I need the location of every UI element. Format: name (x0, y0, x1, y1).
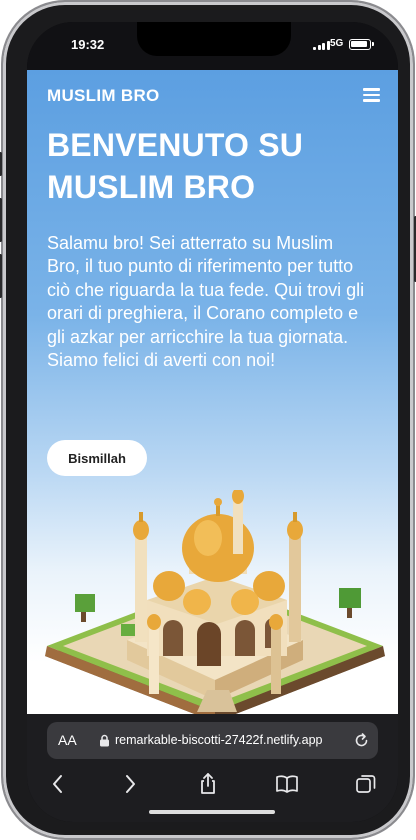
site-logo[interactable]: MUSLIM BRO (47, 86, 380, 106)
web-content: MUSLIM BRO BENVENUTO SU MUSLIM BRO Salam… (27, 70, 398, 714)
forward-icon[interactable] (118, 772, 142, 796)
status-bar: 19:32 5G (27, 22, 398, 70)
address-bar[interactable]: AA remarkable-biscotti-27422f.netlify.ap… (47, 722, 378, 759)
back-icon[interactable] (46, 772, 70, 796)
lock-icon (100, 734, 109, 747)
bismillah-button[interactable]: Bismillah (47, 440, 147, 476)
side-button-volume-down (0, 254, 2, 298)
side-button-volume-up (0, 198, 2, 242)
text-size-label: AA (58, 732, 77, 748)
site-header: MUSLIM BRO (47, 86, 380, 110)
url-text[interactable]: remarkable-biscotti-27422f.netlify.app (115, 733, 323, 747)
signal-icon (313, 41, 330, 50)
hero-description: Salamu bro! Sei atterrato su Muslim Bro,… (47, 233, 365, 371)
status-time: 19:32 (71, 37, 105, 52)
text-size-button[interactable]: AA (58, 732, 77, 748)
mosque-illustration (45, 490, 385, 714)
hero-title: BENVENUTO SU MUSLIM BRO (47, 127, 304, 205)
reload-icon[interactable] (353, 732, 370, 749)
dynamic-island (137, 22, 291, 56)
phone-screen: 19:32 5G MUSLIM BRO BENVENUTO SU MUSLIM … (27, 22, 398, 822)
tabs-icon[interactable] (354, 772, 378, 796)
bookmarks-icon[interactable] (275, 772, 299, 796)
network-type: 5G (330, 38, 344, 49)
home-indicator (149, 810, 275, 814)
browser-toolbar (27, 768, 398, 802)
browser-chrome: AA remarkable-biscotti-27422f.netlify.ap… (27, 714, 398, 822)
share-icon[interactable] (196, 772, 220, 796)
phone-frame: 19:32 5G MUSLIM BRO BENVENUTO SU MUSLIM … (0, 2, 416, 838)
hamburger-menu-icon[interactable] (363, 88, 380, 102)
side-button-silent (0, 152, 2, 176)
battery-icon (349, 39, 374, 50)
